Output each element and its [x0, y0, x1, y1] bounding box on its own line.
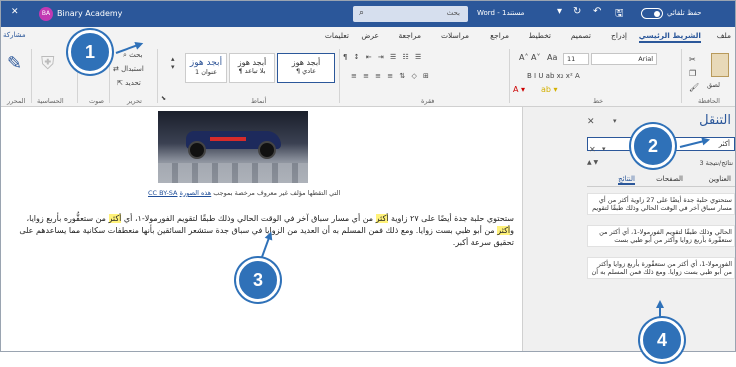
callout-3: 3 — [236, 258, 280, 302]
search-box[interactable]: ⌕ بحث — [353, 6, 468, 22]
car-stripe — [210, 137, 246, 141]
search-options-icon[interactable]: ▾ — [602, 145, 606, 153]
tab-view[interactable]: عرض — [361, 31, 379, 40]
font-grow-shrink-icons[interactable]: A˄ A˅ — [519, 53, 541, 62]
autosave-label: حفظ تلقائي — [667, 9, 702, 17]
search-result-item[interactable]: الحالي وذلك طبقًا لتقويم الفورمولا-1، أي… — [587, 225, 735, 247]
callout-2: 2 — [631, 124, 675, 168]
undo-icon[interactable]: ↶ — [593, 6, 601, 17]
paragraph-text: من أي مسار سباق آخر في الوقت الحالي وذلك… — [121, 214, 376, 223]
wheel — [188, 141, 206, 159]
redo-icon[interactable]: ↻ — [573, 6, 581, 17]
close-window-icon[interactable]: ✕ — [11, 7, 19, 17]
account-name[interactable]: Binary Academy — [57, 9, 122, 18]
nav-pane-tabs: العناوين الصفحات النتائج — [587, 173, 735, 187]
customize-qat-icon[interactable]: ▾ — [557, 6, 562, 17]
share-button[interactable]: مشاركة — [3, 31, 26, 39]
tab-references[interactable]: مراجع — [490, 31, 509, 40]
race-car-image[interactable] — [158, 111, 308, 183]
result-nav-arrows[interactable]: ▲ ▼ — [587, 159, 598, 166]
style-heading-1[interactable]: أبجد هوز عنوان 1 — [185, 53, 227, 83]
result-count: 3 نتائج/نتيجة — [699, 159, 733, 167]
font-color-icon[interactable]: A ▾ — [513, 85, 525, 94]
highlight-icon[interactable]: ab ▾ — [541, 85, 558, 94]
image-caption: CC BY-SA التي التقطها مؤلف غير معروف مرخ… — [148, 189, 340, 197]
group-label-clipboard: الحافظة — [698, 97, 720, 105]
style-normal[interactable]: أبجد هوز ¶ عادي — [277, 53, 335, 83]
group-label-editor: المحرر — [7, 97, 26, 105]
group-label-paragraph: فقرة — [421, 97, 435, 105]
tab-insert[interactable]: إدراج — [611, 31, 627, 40]
nav-tab-pages[interactable]: الصفحات — [656, 175, 683, 183]
tab-help[interactable]: تعليمات — [325, 31, 349, 40]
group-label-sensitivity: الحساسية — [37, 97, 64, 105]
nav-tab-results[interactable]: النتائج — [618, 175, 635, 185]
title-bar: ✕ BA Binary Academy ⌕ بحث Word - مستند1 … — [1, 1, 735, 27]
tab-file[interactable]: ملف — [717, 31, 731, 40]
search-result-item[interactable]: الفورمولا-1، أي أكثر من ستعقّورة بأربع ز… — [587, 257, 735, 279]
alignment-icons[interactable]: ≡ ≡ ≡ ≡ ⇅ ◇ ⊞ — [351, 72, 431, 80]
replace-icon: ⇄ — [113, 65, 122, 73]
close-icon[interactable]: ✕ — [587, 117, 595, 127]
nav-pane-title: التنقل — [699, 113, 731, 128]
search-highlight: أكثر — [375, 214, 389, 223]
copy-icon[interactable]: ❐ — [689, 69, 696, 78]
paragraph-text: ستحتوي حلبة جدة أيضًا على ٢٧ زاوية — [388, 214, 514, 223]
tab-design[interactable]: تصميم — [571, 31, 591, 40]
save-icon[interactable]: 🖫 — [615, 6, 624, 23]
divider — [157, 49, 158, 103]
paste-button[interactable] — [711, 53, 729, 77]
caption-image-link[interactable]: هذه الصورة — [180, 189, 212, 197]
select-button[interactable]: ⇱ تحديد — [117, 79, 141, 87]
search-highlight: أكثر — [497, 226, 511, 235]
tab-review[interactable]: مراجعة — [398, 31, 421, 40]
divider — [509, 49, 510, 103]
document-title: Word - مستند1 — [477, 9, 525, 17]
font-size-select[interactable]: 11 — [563, 53, 589, 65]
clear-search-icon[interactable]: ✕ — [589, 145, 596, 154]
search-highlight: أكثر — [108, 214, 122, 223]
change-case-icon[interactable]: Aa — [547, 53, 557, 62]
group-label-styles: أنماط — [251, 97, 267, 105]
group-label-editing: تحرير — [127, 97, 142, 105]
search-result-item[interactable]: ستحتوي حلبة جدة أيضًا على 27 زاوية أكثر … — [587, 193, 735, 215]
find-button[interactable]: ⌕ بحث — [123, 51, 143, 60]
list-indent-icons[interactable]: ¶ ↕ ⇤ ⇥ ☰ ☷ ☰ — [343, 53, 423, 61]
tab-mailings[interactable]: مراسلات — [441, 31, 469, 40]
format-painter-icon[interactable]: 🖌 — [689, 83, 699, 92]
search-icon: ⌕ — [359, 8, 365, 18]
wheel — [258, 141, 276, 159]
styles-launcher-icon[interactable]: ⬊ — [161, 95, 166, 102]
divider — [681, 49, 682, 103]
divider — [339, 49, 340, 103]
select-icon: ⇱ — [117, 79, 126, 87]
group-label-font: خط — [593, 97, 604, 105]
callout-4: 4 — [640, 318, 684, 362]
group-label-voice: صوت — [89, 97, 104, 105]
replace-button[interactable]: ⇄ استبدال — [113, 65, 144, 73]
nav-tab-headings[interactable]: العناوين — [709, 175, 731, 183]
font-formatting-icons[interactable]: B I U ab x₂ x² A — [527, 72, 580, 80]
search-placeholder: بحث — [446, 9, 460, 17]
autosave-toggle[interactable] — [641, 8, 663, 19]
callout-4-pointer — [659, 303, 661, 317]
caption-text: التي التقطها مؤلف غير معروف مرخصة بموجب — [211, 189, 341, 197]
styles-more-icon[interactable]: ▴ ▾ — [171, 55, 175, 71]
sensitivity-icon[interactable]: ⛨ — [41, 53, 55, 74]
chevron-down-icon[interactable]: ▾ — [613, 117, 617, 125]
cut-icon[interactable]: ✂ — [689, 55, 696, 64]
divider — [31, 49, 32, 103]
motion-blur — [158, 163, 308, 183]
style-no-spacing[interactable]: أبجد هوز ¶ بلا تباعد — [229, 53, 275, 83]
document-canvas[interactable]: CC BY-SA التي التقطها مؤلف غير معروف مرخ… — [1, 107, 522, 351]
paste-label: لصق — [707, 81, 721, 89]
editor-icon[interactable]: ✎ — [7, 53, 22, 74]
tab-layout[interactable]: تخطيط — [529, 31, 551, 40]
callout-1: 1 — [68, 30, 112, 74]
font-name-select[interactable]: Arial — [591, 53, 657, 65]
account-avatar[interactable]: BA — [39, 7, 53, 21]
tab-home[interactable]: الشريط الرئيسي — [638, 31, 701, 43]
ribbon-tabs: ملف الشريط الرئيسي إدراج تصميم تخطيط مرا… — [1, 27, 735, 45]
caption-license-link[interactable]: CC BY-SA — [148, 189, 178, 197]
